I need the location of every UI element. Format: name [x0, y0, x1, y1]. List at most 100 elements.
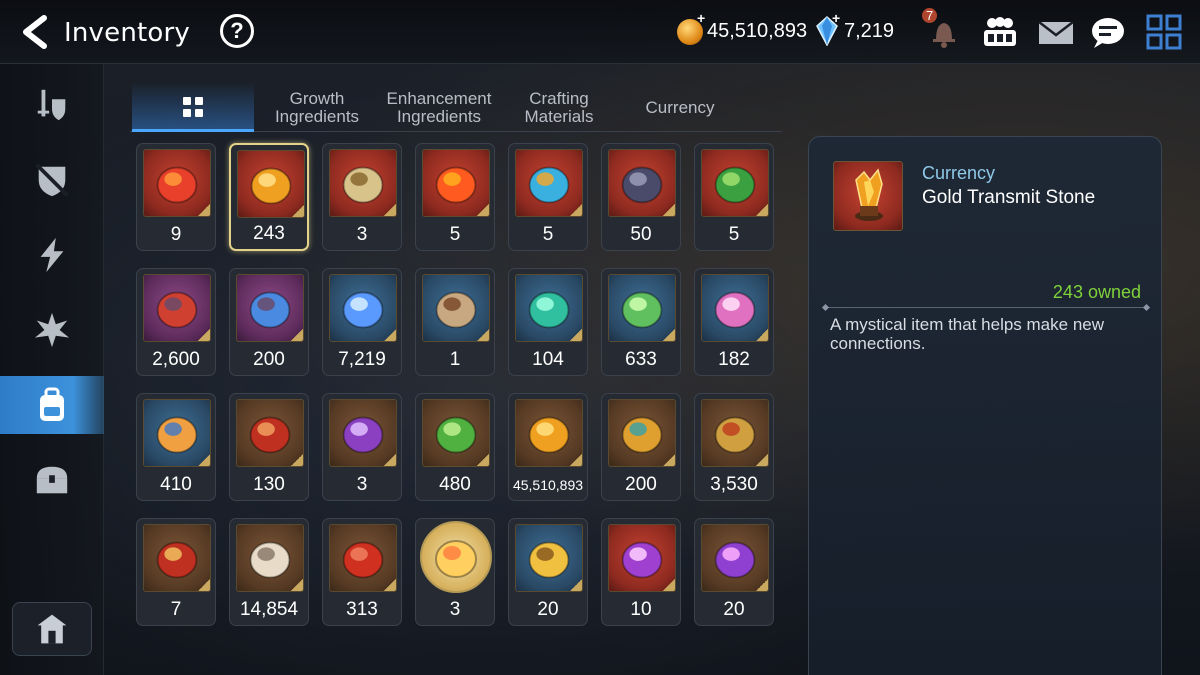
- chat-bubble-icon: [1092, 18, 1124, 48]
- sword-shield-icon: [37, 89, 66, 121]
- category-tabs: Growth Ingredients Enhancement Ingredien…: [130, 84, 782, 132]
- item-quantity: 410: [160, 474, 192, 495]
- item-frame: [329, 149, 397, 217]
- item-frame: [515, 274, 583, 342]
- help-button[interactable]: ?: [220, 14, 254, 48]
- frame-corner: [570, 329, 582, 341]
- item-quantity: 3: [356, 474, 368, 495]
- inventory-item[interactable]: 3: [322, 143, 402, 251]
- item-frame: [608, 399, 676, 467]
- frame-corner: [477, 329, 489, 341]
- inventory-item[interactable]: 9: [136, 143, 216, 251]
- item-name: Gold Transmit Stone: [922, 187, 1096, 208]
- inventory-item[interactable]: 1: [415, 268, 495, 376]
- inventory-item[interactable]: 5: [508, 143, 588, 251]
- item-frame: [422, 274, 490, 342]
- chest-icon: [36, 466, 68, 494]
- lightning-icon: [40, 237, 64, 273]
- item-quantity: 104: [532, 349, 564, 370]
- frame-corner: [756, 204, 768, 216]
- inventory-item[interactable]: 3,530: [694, 393, 774, 501]
- item-frame: [143, 399, 211, 467]
- sidebar-item-equipment[interactable]: [0, 76, 104, 134]
- inventory-item[interactable]: 20: [508, 518, 588, 626]
- back-button[interactable]: [18, 14, 52, 50]
- add-gem-icon[interactable]: +: [832, 10, 840, 26]
- item-frame: [422, 399, 490, 467]
- item-quantity: 3,530: [710, 474, 758, 495]
- frame-corner: [198, 454, 210, 466]
- sidebar-item-artifacts[interactable]: [0, 151, 104, 209]
- friends-button[interactable]: [980, 14, 1020, 50]
- inventory-item[interactable]: 2,600: [136, 268, 216, 376]
- frame-corner: [291, 329, 303, 341]
- item-quantity: 480: [439, 474, 471, 495]
- inventory-item[interactable]: 3: [415, 518, 495, 626]
- item-frame: [701, 399, 769, 467]
- inventory-item[interactable]: 182: [694, 268, 774, 376]
- sidebar-item-storage[interactable]: [0, 451, 104, 509]
- mail-button[interactable]: [1036, 14, 1076, 50]
- frame-corner: [198, 204, 210, 216]
- tab-crafting-materials[interactable]: Crafting Materials: [504, 84, 614, 132]
- inventory-item[interactable]: 7,219: [322, 268, 402, 376]
- inventory-item[interactable]: 104: [508, 268, 588, 376]
- item-frame: [236, 399, 304, 467]
- inventory-item[interactable]: 200: [601, 393, 681, 501]
- inventory-item[interactable]: 7: [136, 518, 216, 626]
- item-quantity: 200: [253, 349, 285, 370]
- item-frame: [515, 399, 583, 467]
- top-bar: Inventory ? + 45,510,893 + 7,219 7: [0, 0, 1200, 64]
- chat-button[interactable]: [1088, 14, 1128, 50]
- burst-icon: [34, 312, 70, 348]
- item-quantity: 313: [346, 599, 378, 620]
- chick-portrait-icon: [435, 540, 477, 578]
- frame-corner: [570, 454, 582, 466]
- item-quantity: 7,219: [338, 349, 386, 370]
- item-frame: [329, 399, 397, 467]
- inventory-item[interactable]: 130: [229, 393, 309, 501]
- inventory-item[interactable]: 10: [601, 518, 681, 626]
- tab-enhancement-ingredients[interactable]: Enhancement Ingredients: [378, 84, 500, 132]
- item-quantity: 50: [630, 224, 652, 245]
- item-detail-panel: Currency Gold Transmit Stone 243 owned A…: [808, 136, 1162, 675]
- frame-corner: [292, 205, 304, 217]
- inventory-item[interactable]: 3: [322, 393, 402, 501]
- inventory-item[interactable]: 20: [694, 518, 774, 626]
- item-quantity: 14,854: [239, 599, 299, 620]
- item-quantity: 5: [542, 224, 554, 245]
- item-quantity: 633: [625, 349, 657, 370]
- frame-corner: [291, 454, 303, 466]
- inventory-item[interactable]: 200: [229, 268, 309, 376]
- inventory-item[interactable]: 45,510,893: [508, 393, 588, 501]
- crowd-icon: [984, 17, 1016, 46]
- item-quantity: 5: [449, 224, 461, 245]
- sidebar-item-catalysts[interactable]: [0, 301, 104, 359]
- frame-corner: [570, 579, 582, 591]
- inventory-item[interactable]: 243: [229, 143, 309, 251]
- inventory-item[interactable]: 14,854: [229, 518, 309, 626]
- selected-item-thumbnail: [833, 161, 903, 231]
- inventory-item[interactable]: 313: [322, 518, 402, 626]
- item-quantity: 200: [625, 474, 657, 495]
- inventory-item[interactable]: 50: [601, 143, 681, 251]
- frame-corner: [477, 454, 489, 466]
- sidebar-item-inventory[interactable]: [0, 376, 104, 434]
- inventory-item[interactable]: 5: [415, 143, 495, 251]
- inventory-item[interactable]: 5: [694, 143, 774, 251]
- tab-currency[interactable]: Currency: [620, 84, 740, 132]
- sidebar-item-skills[interactable]: [0, 226, 104, 284]
- inventory-item[interactable]: 480: [415, 393, 495, 501]
- add-gold-icon[interactable]: +: [697, 10, 705, 26]
- house-icon: [37, 614, 67, 644]
- item-quantity: 5: [728, 224, 740, 245]
- inventory-item[interactable]: 410: [136, 393, 216, 501]
- menu-button[interactable]: [1144, 14, 1184, 50]
- home-button[interactable]: [12, 602, 92, 656]
- divider: [823, 307, 1149, 308]
- inventory-item[interactable]: 633: [601, 268, 681, 376]
- tab-all[interactable]: [132, 84, 254, 132]
- tab-growth-ingredients[interactable]: Growth Ingredients: [260, 84, 374, 132]
- item-quantity: 2,600: [152, 349, 200, 370]
- frame-corner: [384, 454, 396, 466]
